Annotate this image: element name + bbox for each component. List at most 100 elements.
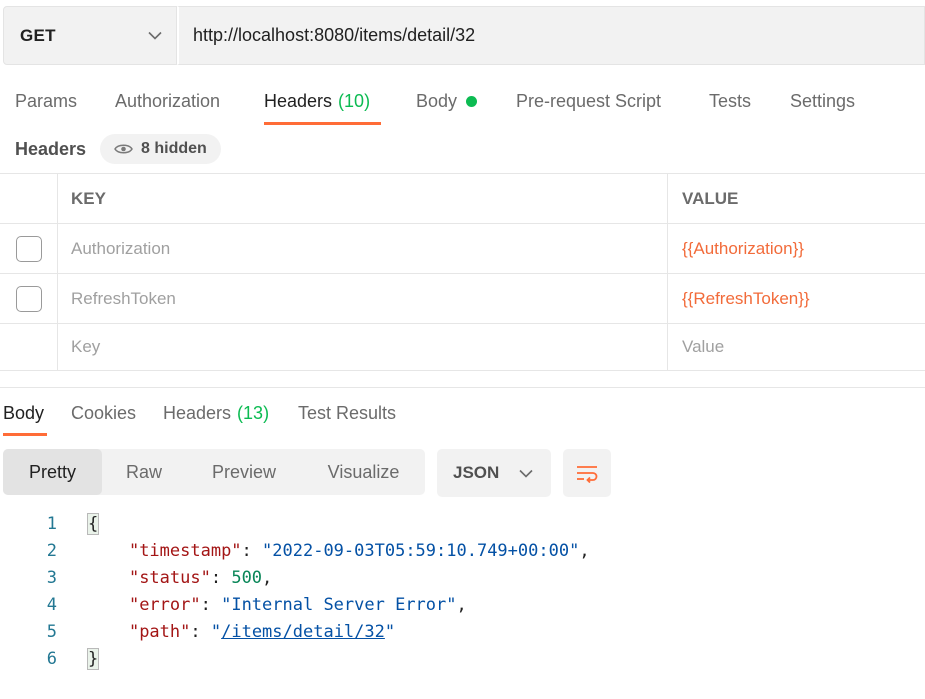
hidden-count-label: 8 hidden	[141, 140, 207, 157]
hidden-headers-toggle[interactable]: 8 hidden	[100, 134, 221, 164]
tab-settings[interactable]: Settings	[790, 80, 855, 122]
headers-title: Headers	[15, 138, 87, 159]
format-label: JSON	[453, 463, 500, 482]
response-body-editor[interactable]: 1 { 2 "timestamp": "2022-09-03T05:59:10.…	[0, 510, 925, 672]
json-string: "2022-09-03T05:59:10.749+00:00"	[262, 540, 580, 561]
tab-response-cookies[interactable]: Cookies	[71, 398, 136, 428]
code-content: "path": "/items/detail/32"	[128, 621, 396, 642]
view-mode-selector: Pretty Raw Preview Visualize	[3, 449, 425, 495]
active-tab-indicator	[264, 122, 381, 125]
line-number: 2	[46, 540, 57, 561]
row-checkbox[interactable]	[15, 285, 42, 312]
tab-response-body[interactable]: Body	[3, 398, 44, 428]
row-checkbox-cell	[0, 274, 58, 323]
code-content: {	[86, 512, 100, 535]
code-line: 2 "timestamp": "2022-09-03T05:59:10.749+…	[0, 537, 925, 564]
chevron-down-icon	[519, 469, 533, 478]
code-content: }	[86, 647, 100, 670]
tab-label: Tests	[709, 90, 752, 111]
tab-test-results[interactable]: Test Results	[298, 398, 396, 428]
tab-label: Cookies	[71, 402, 137, 423]
tab-label: Body	[3, 402, 45, 423]
header-key-cell[interactable]: RefreshToken	[58, 274, 668, 323]
close-brace: }	[86, 647, 100, 670]
code-line: 1 {	[0, 510, 925, 537]
row-checkbox-cell	[0, 224, 58, 273]
code-line: 3 "status": 500,	[0, 564, 925, 591]
view-preview-button[interactable]: Preview	[186, 449, 302, 495]
tab-authorization[interactable]: Authorization	[115, 80, 220, 122]
json-string: "	[384, 621, 396, 642]
method-select[interactable]: GET	[3, 6, 177, 65]
row-checkbox-cell	[0, 324, 58, 370]
code-content: "status": 500,	[128, 567, 273, 588]
wrap-lines-button[interactable]	[563, 449, 611, 497]
tab-label: Settings	[790, 90, 856, 111]
json-key: "path"	[128, 621, 191, 642]
active-response-tab-indicator	[3, 433, 47, 436]
tab-pre-request-script[interactable]: Pre-request Script	[516, 80, 661, 122]
response-headers-count: (13)	[237, 402, 270, 423]
row-checkbox[interactable]	[15, 235, 42, 262]
headers-count: (10)	[338, 90, 371, 111]
json-string: "	[210, 621, 222, 642]
json-key: "timestamp"	[128, 540, 242, 561]
tab-label: Authorization	[115, 90, 221, 111]
tab-tests[interactable]: Tests	[709, 80, 751, 122]
tab-label: Test Results	[298, 402, 397, 423]
view-pretty-button[interactable]: Pretty	[3, 449, 102, 495]
view-visualize-button[interactable]: Visualize	[302, 449, 425, 495]
response-divider	[0, 387, 925, 388]
tab-label: Params	[15, 90, 78, 111]
new-key-input[interactable]: Key	[58, 324, 668, 370]
table-header-row: KEY VALUE	[0, 173, 925, 223]
method-label: GET	[20, 25, 56, 45]
code-content: "error": "Internal Server Error",	[128, 594, 467, 615]
json-number: 500	[231, 567, 263, 588]
json-string: "Internal Server Error"	[221, 594, 457, 615]
tab-body[interactable]: Body	[416, 80, 478, 122]
response-tabs: Body Cookies Headers (13) Test Results	[0, 398, 925, 434]
tab-label: Pre-request Script	[516, 90, 662, 111]
path-link[interactable]: /items/detail/32	[221, 622, 385, 642]
eye-icon	[114, 144, 133, 154]
json-key: "error"	[128, 594, 201, 615]
header-value-cell[interactable]: {{Authorization}}	[668, 224, 925, 273]
table-row: Authorization {{Authorization}}	[0, 223, 925, 273]
request-url-bar: GET http://localhost:8080/items/detail/3…	[3, 6, 925, 65]
code-line: 6 }	[0, 645, 925, 672]
line-number: 4	[46, 594, 57, 615]
headers-table: KEY VALUE Authorization {{Authorization}…	[0, 173, 925, 371]
format-select[interactable]: JSON	[437, 449, 551, 497]
body-indicator-dot	[466, 95, 478, 107]
code-line: 5 "path": "/items/detail/32"	[0, 618, 925, 645]
json-key: "status"	[128, 567, 211, 588]
line-number: 1	[46, 513, 57, 534]
headers-title-row: Headers 8 hidden	[15, 134, 221, 164]
open-brace: {	[86, 512, 100, 535]
value-column-header: VALUE	[682, 188, 739, 208]
chevron-down-icon	[148, 31, 162, 40]
request-tabs: Params Authorization Headers (10) Body Pr…	[0, 80, 925, 126]
checkbox-column-header	[0, 174, 58, 223]
wrap-lines-icon	[577, 466, 598, 483]
header-key-cell[interactable]: Authorization	[58, 224, 668, 273]
url-input[interactable]: http://localhost:8080/items/detail/32	[177, 6, 925, 65]
line-number: 5	[46, 621, 57, 642]
tab-label: Body	[416, 90, 458, 111]
header-value-cell[interactable]: {{RefreshToken}}	[668, 274, 925, 323]
tab-params[interactable]: Params	[15, 80, 77, 122]
code-content: "timestamp": "2022-09-03T05:59:10.749+00…	[128, 540, 590, 561]
tab-label: Headers	[264, 90, 333, 111]
key-column-header: KEY	[58, 174, 668, 223]
table-row: RefreshToken {{RefreshToken}}	[0, 273, 925, 323]
tab-response-headers[interactable]: Headers (13)	[163, 398, 269, 428]
new-header-row: Key Value	[0, 323, 925, 371]
tab-label: Headers	[163, 402, 232, 423]
view-raw-button[interactable]: Raw	[102, 449, 186, 495]
new-value-input[interactable]: Value	[668, 324, 925, 370]
code-line: 4 "error": "Internal Server Error",	[0, 591, 925, 618]
tab-headers[interactable]: Headers (10)	[264, 80, 370, 122]
line-number: 3	[46, 567, 57, 588]
line-number: 6	[46, 648, 57, 669]
